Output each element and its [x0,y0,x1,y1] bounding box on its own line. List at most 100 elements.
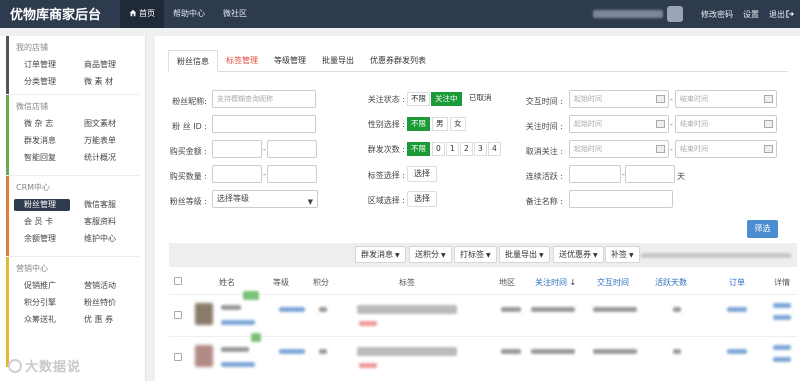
nav-home[interactable]: 首页 [120,0,164,28]
sidebar-item-balance[interactable]: 余额管理 [24,233,84,245]
calendar-icon[interactable] [656,95,665,103]
quantity-min-input[interactable] [212,165,262,183]
send-coupon-button[interactable]: 送优惠券 ▼ [553,246,604,263]
sidebar-item-member-card[interactable]: 会 员 卡 [24,216,84,228]
interact-start-input[interactable]: 起始时间 [569,90,669,108]
tag-select-button[interactable]: 选择 [407,166,437,182]
logout-link[interactable]: 退出 [769,9,794,20]
col-follow-time[interactable]: 关注时间 ↓ [535,277,576,288]
select-all-checkbox[interactable] [174,277,182,285]
batch-export-button[interactable]: 批量导出 ▼ [499,246,550,263]
row-checkbox[interactable] [174,353,182,361]
resign-button[interactable]: 补签 ▼ [605,246,640,263]
quantity-max-input[interactable] [267,165,317,183]
interact-time-blurred [593,349,637,354]
tab-level-management[interactable]: 等级管理 [266,50,314,72]
region-select-label: 区域选择 : [367,196,405,205]
amount-min-input[interactable] [212,140,262,158]
sidebar-item-materials[interactable]: 微 素 材 [84,76,144,88]
mass-option-1[interactable]: 1 [446,142,459,156]
calendar-icon[interactable] [764,120,773,128]
settings-link[interactable]: 设置 [743,9,759,20]
mass-option-2[interactable]: 2 [460,142,473,156]
sidebar-item-coupons[interactable]: 优 惠 券 [84,314,144,326]
col-orders[interactable]: 订单 [729,277,745,288]
sidebar-item-orders[interactable]: 订单管理 [24,59,84,71]
sidebar-item-maintenance[interactable]: 维护中心 [84,233,144,245]
mass-message-label: 群发消息 [361,250,393,259]
mass-option-0[interactable]: 0 [432,142,445,156]
mass-option-any[interactable]: 不限 [407,142,430,156]
sidebar-item-fans[interactable]: 粉丝管理 [14,199,70,211]
amount-max-input[interactable] [267,140,317,158]
sidebar-group-store: 我的店铺 订单管理 商品管理 分类管理 微 素 材 [0,36,145,94]
follow-option-cancelled[interactable]: 已取消 [466,92,495,106]
calendar-icon[interactable] [764,95,773,103]
gender-option-any[interactable]: 不限 [407,117,430,131]
sidebar-item-campaigns[interactable]: 营销活动 [84,280,144,292]
sidebar-item-service-profile[interactable]: 客服资料 [84,216,144,228]
unfollow-start-input[interactable]: 起始时间 [569,140,669,158]
follow-end-input[interactable]: 结束时间 [675,115,777,133]
calendar-icon[interactable] [656,145,665,153]
tags-blurred [357,305,457,314]
sidebar-group-title: 营销中心 [16,264,48,273]
sidebar-item-fan-discount[interactable]: 粉丝特价 [84,297,144,309]
follow-option-following[interactable]: 关注中 [431,92,462,106]
tab-coupon-mass-list[interactable]: 优惠券群发列表 [362,50,434,72]
range-dash: - [670,120,673,129]
table-row[interactable] [169,333,797,376]
remark-input[interactable] [569,190,673,208]
region-blurred [501,349,521,354]
mass-message-button[interactable]: 群发消息 ▼ [355,246,406,263]
level-select[interactable]: 选择等级 ▼ [212,190,318,208]
fan-id-input[interactable] [212,115,316,133]
main-panel: 粉丝信息 标签管理 等级管理 批量导出 优惠券群发列表 粉丝昵称: 支持模糊查询… [155,36,800,381]
calendar-icon[interactable] [764,145,773,153]
tag-button[interactable]: 打标签 ▼ [454,246,497,263]
interact-end-input[interactable]: 结束时间 [675,90,777,108]
tab-fan-info[interactable]: 粉丝信息 [168,50,218,72]
sidebar-item-statistics[interactable]: 统计概况 [84,152,144,164]
sidebar-item-crowdfunding[interactable]: 众筹送礼 [24,314,84,326]
sidebar-item-products[interactable]: 商品管理 [84,59,144,71]
col-active-days[interactable]: 活跃天数 [655,277,687,288]
gender-option-female[interactable]: 女 [450,117,466,131]
row-checkbox[interactable] [174,311,182,319]
consecutive-min-input[interactable] [569,165,621,183]
tab-batch-export[interactable]: 批量导出 [314,50,362,72]
give-points-button[interactable]: 送积分 ▼ [409,246,452,263]
tab-tag-management[interactable]: 标签管理 [218,50,266,72]
sidebar-item-promotion[interactable]: 促销推广 [24,280,84,292]
sidebar-item-graphic-materials[interactable]: 图文素材 [84,118,144,130]
mass-option-3[interactable]: 3 [474,142,487,156]
consecutive-max-input[interactable] [625,165,675,183]
filter-button[interactable]: 筛选 [747,220,778,238]
sidebar-item-categories[interactable]: 分类管理 [24,76,84,88]
calendar-icon[interactable] [656,120,665,128]
table-row[interactable] [169,291,797,334]
nav-help[interactable]: 帮助中心 [164,0,214,28]
change-password-link[interactable]: 修改密码 [701,9,733,20]
fan-link-blurred [221,320,255,325]
sidebar-item-forms[interactable]: 万能表单 [84,135,144,147]
nav-community[interactable]: 微社区 [214,0,256,28]
nickname-input[interactable]: 支持模糊查询昵称 [212,90,316,108]
col-interact-time[interactable]: 交互时间 [597,277,629,288]
gender-option-male[interactable]: 男 [432,117,448,131]
avatar[interactable] [667,6,683,22]
consecutive-active-label: 连续活跃 : [525,172,563,181]
follow-option-any[interactable]: 不限 [407,92,430,106]
unfollow-end-input[interactable]: 结束时间 [675,140,777,158]
sidebar-group-marketing: 营销中心 促销推广 营销活动 积分引擎 粉丝特价 众筹送礼 优 惠 券 [0,257,145,367]
region-select-button[interactable]: 选择 [407,191,437,207]
sidebar-item-auto-reply[interactable]: 智能回复 [24,152,84,164]
brand-title: 优物库商家后台 [10,8,102,23]
mass-option-4[interactable]: 4 [488,142,501,156]
sidebar-item-magazine[interactable]: 微 杂 志 [24,118,84,130]
sidebar-item-points-engine[interactable]: 积分引擎 [24,297,84,309]
sidebar-item-mass-message[interactable]: 群发消息 [24,135,84,147]
level-select-value: 选择等级 [217,194,249,203]
sidebar-item-wechat-service[interactable]: 微信客服 [84,199,144,211]
follow-start-input[interactable]: 起始时间 [569,115,669,133]
